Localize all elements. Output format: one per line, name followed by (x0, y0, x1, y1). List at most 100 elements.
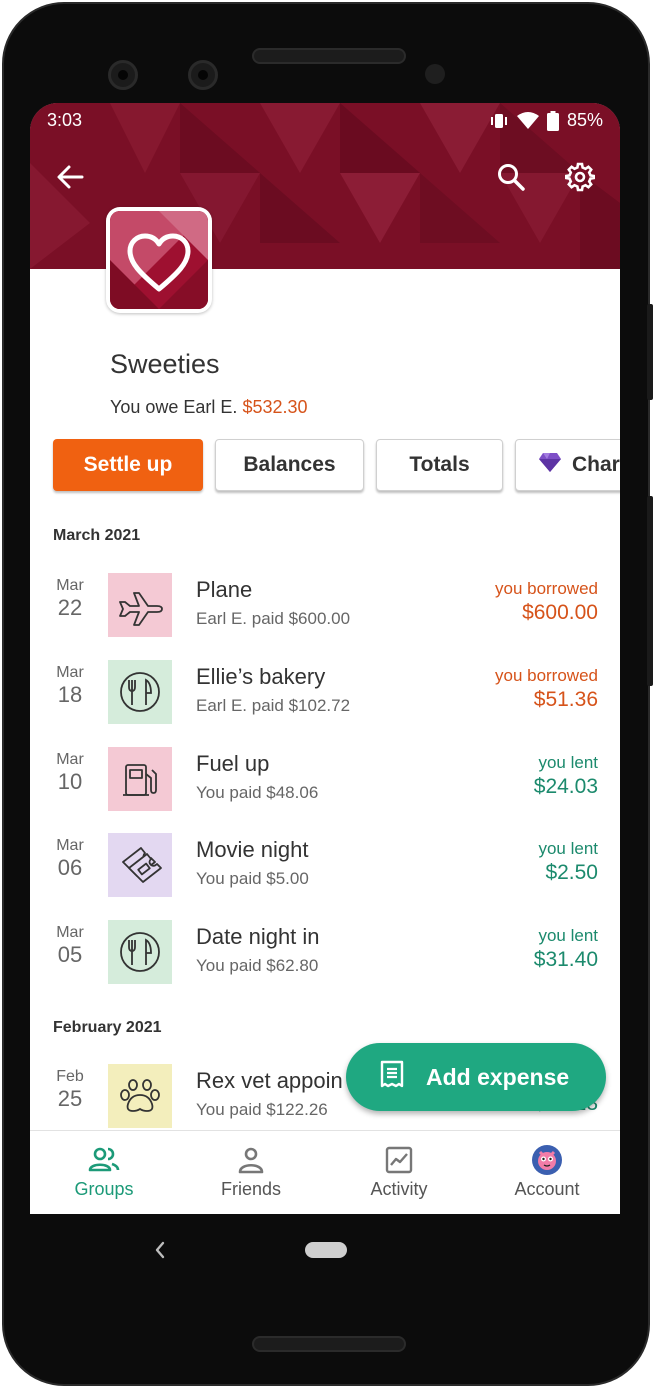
proximity-sensor (425, 64, 445, 84)
charts-button-label: Charts (572, 453, 620, 476)
nav-activity-label: Activity (370, 1179, 428, 1199)
expense-row[interactable]: Mar 18 Ellie’s bakery Earl E. paid $102.72 y… (30, 660, 620, 730)
expense-day: 22 (57, 595, 83, 620)
nav-account-label: Account (514, 1179, 580, 1199)
expense-title: Plane (196, 577, 253, 602)
search-button[interactable] (491, 159, 531, 199)
vibrate-icon (489, 112, 509, 130)
expense-date: Mar 10 (52, 747, 88, 795)
battery-icon (546, 110, 559, 131)
expense-share: you lent $31.40 (534, 926, 598, 972)
expense-title: Rex vet appoin (196, 1068, 343, 1093)
section-header: February 2021 (53, 1019, 162, 1036)
expense-row[interactable]: Mar 05 Date night in You paid $62.80 you len… (30, 920, 620, 990)
expense-share-label: you lent (538, 753, 598, 772)
bottom-speaker (252, 1336, 406, 1352)
expense-paid-by: You paid $122.26 (196, 1100, 328, 1119)
charts-button[interactable]: Charts (515, 439, 620, 491)
settle-up-button[interactable]: Settle up (53, 439, 203, 491)
section-header: March 2021 (53, 527, 141, 544)
expense-share: you lent $24.03 (534, 753, 598, 799)
expense-day: 10 (57, 769, 83, 794)
nav-account[interactable]: Account (473, 1131, 620, 1214)
expense-month: Mar (56, 664, 84, 681)
balance-summary-text: You owe Earl E. (110, 397, 238, 417)
expense-share: you lent $2.50 (538, 839, 598, 885)
expense-day: 18 (57, 682, 83, 707)
front-camera-2 (188, 60, 218, 90)
system-home-button[interactable] (305, 1242, 347, 1258)
tickets-icon (108, 833, 172, 897)
expense-row[interactable]: Mar 06 Movie night You paid $5.00 you lent $2… (30, 833, 620, 903)
battery-percent: 85% (566, 110, 603, 130)
expense-month: Mar (56, 924, 84, 941)
nav-groups[interactable]: Groups (30, 1131, 178, 1214)
expense-title: Date night in (196, 924, 320, 949)
expense-paid-by: You paid $62.80 (196, 956, 319, 975)
diamond-icon (538, 450, 562, 480)
group-avatar[interactable] (106, 207, 212, 313)
expense-date: Mar 06 (52, 833, 88, 881)
expense-share-amount: $600.00 (522, 601, 598, 624)
gear-icon (564, 162, 596, 196)
expense-paid-by: You paid $5.00 (196, 869, 309, 888)
person-icon (237, 1145, 265, 1175)
expense-month: Mar (56, 751, 84, 768)
expense-share-amount: $24.03 (533, 775, 598, 798)
volume-button (647, 496, 653, 686)
expense-day: 06 (57, 855, 83, 880)
expense-row[interactable]: Mar 22 Plane Earl E. paid $600.00 you borrow… (30, 573, 620, 643)
settings-button[interactable] (560, 159, 600, 199)
wifi-icon (516, 111, 539, 130)
status-icons: 85% (489, 110, 603, 131)
plane-icon (108, 573, 172, 637)
expense-date: Feb 25 (52, 1064, 88, 1112)
receipt-icon (378, 1060, 406, 1094)
arrow-back-icon (55, 162, 85, 196)
expense-share-amount: $2.50 (545, 861, 598, 884)
expense-share-label: you lent (538, 926, 598, 945)
expense-share-amount: $51.36 (533, 688, 598, 711)
totals-button[interactable]: Totals (376, 439, 503, 491)
group-avatar-image (110, 211, 208, 309)
expense-share-label: you lent (538, 839, 598, 858)
expense-share: you borrowed $51.36 (495, 666, 598, 712)
expense-row[interactable]: Mar 10 Fuel up You paid $48.06 you lent $24.0… (30, 747, 620, 817)
search-icon (496, 162, 526, 196)
earpiece-speaker (252, 48, 406, 64)
balance-summary-amount: $532.30 (242, 397, 308, 417)
status-time: 3:03 (47, 110, 83, 130)
fuel-icon (108, 747, 172, 811)
chevron-left-icon (152, 1241, 168, 1268)
expense-paid-by: You paid $48.06 (196, 783, 319, 802)
add-expense-button[interactable]: Add expense (346, 1043, 606, 1111)
expense-title: Ellie’s bakery (196, 664, 326, 689)
expense-paid-by: Earl E. paid $102.72 (196, 696, 351, 715)
dining-icon (108, 920, 172, 984)
expense-month: Feb (56, 1068, 84, 1085)
status-bar: 3:03 85% (30, 103, 620, 141)
front-camera-1 (108, 60, 138, 90)
nav-groups-label: Groups (74, 1179, 134, 1199)
system-back-button[interactable] (152, 1236, 168, 1268)
expense-share-amount: $31.40 (533, 948, 598, 971)
expense-paid-by: Earl E. paid $600.00 (196, 609, 351, 628)
bottom-navigation: Groups Friends Activity Account (30, 1130, 620, 1214)
balance-summary: You owe Earl E. $532.30 (110, 397, 308, 418)
balances-button[interactable]: Balances (215, 439, 364, 491)
nav-activity[interactable]: Activity (325, 1131, 473, 1214)
expense-title: Fuel up (196, 751, 270, 776)
power-button (647, 304, 653, 400)
nav-friends[interactable]: Friends (177, 1131, 325, 1214)
back-button[interactable] (50, 159, 90, 199)
group-name: Sweeties (110, 349, 220, 379)
dining-icon (108, 660, 172, 724)
groups-icon (88, 1145, 120, 1175)
activity-chart-icon (385, 1145, 413, 1175)
expense-share-label: you borrowed (494, 666, 598, 685)
nav-friends-label: Friends (220, 1179, 282, 1199)
expense-share: you borrowed $600.00 (495, 579, 598, 625)
expense-date: Mar 18 (52, 660, 88, 708)
expense-share-label: you borrowed (494, 579, 598, 598)
add-expense-label: Add expense (426, 1063, 570, 1090)
